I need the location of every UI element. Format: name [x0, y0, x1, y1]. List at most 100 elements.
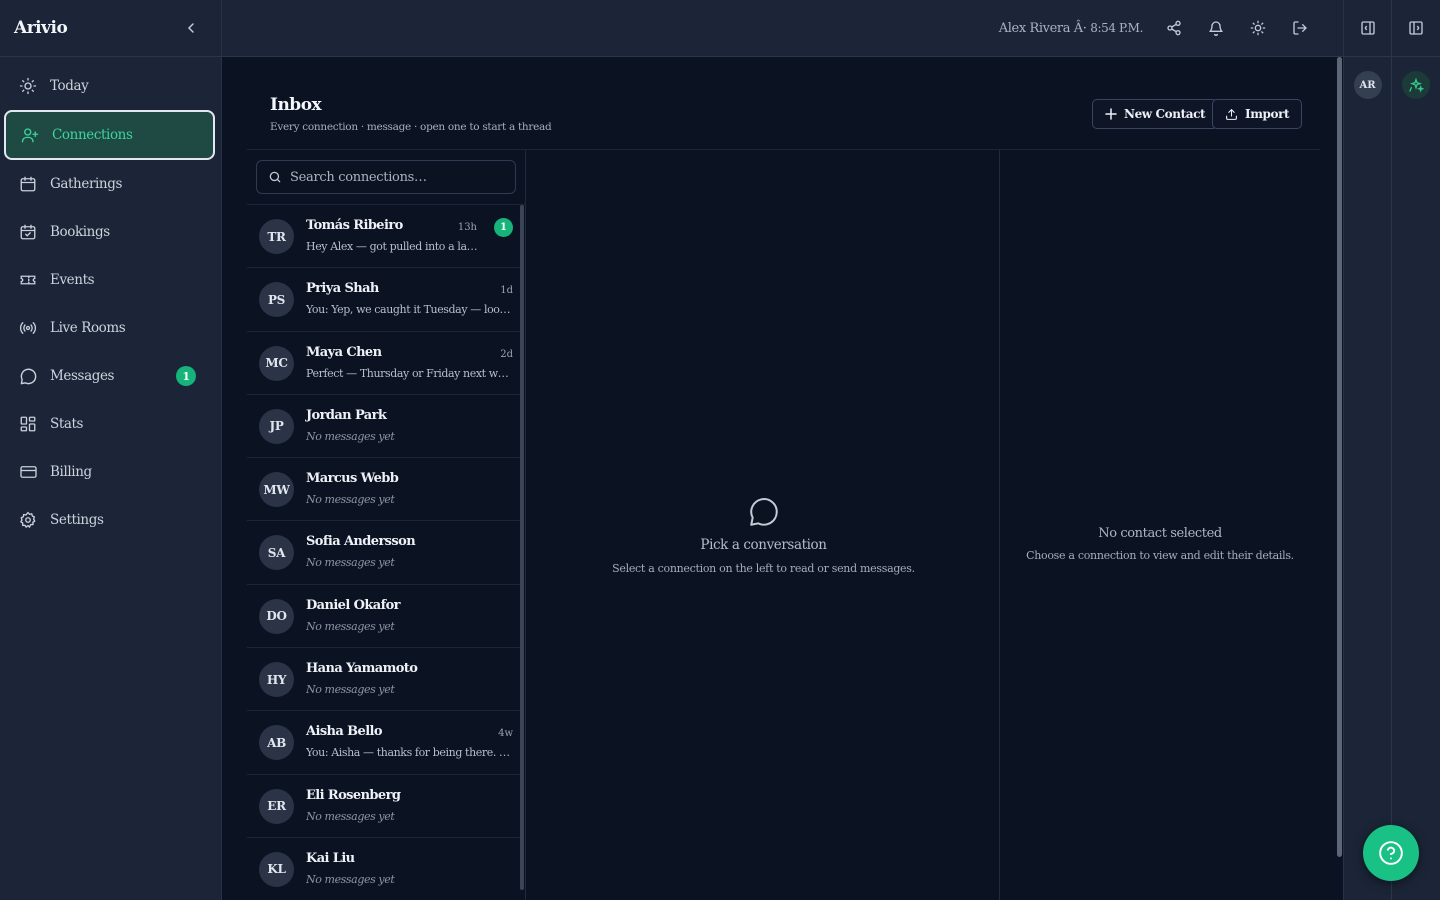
details-empty-title: No contact selected — [1098, 526, 1222, 541]
contact-preview: Perfect — Thursday or Friday next wee… — [306, 366, 514, 380]
user-name: Alex Rivera — [998, 20, 1071, 36]
message-circle-icon — [17, 365, 39, 387]
contact-preview: No messages yet — [306, 429, 395, 443]
sidebar-item-billing[interactable]: Billing — [4, 448, 217, 496]
contact-time: 2d — [500, 348, 513, 360]
avatar: JP — [259, 408, 294, 444]
contact-name: Sofia Andersson — [306, 534, 416, 550]
avatar: TR — [259, 219, 294, 254]
sidebar-item-label: Billing — [50, 464, 92, 480]
logout-button[interactable] — [1279, 7, 1321, 49]
sidebar-item-label: Today — [50, 78, 89, 94]
unread-badge: 1 — [176, 366, 196, 386]
user-avatar[interactable]: AR — [1353, 71, 1382, 99]
list-scrollbar[interactable] — [520, 205, 524, 890]
avatar: AB — [259, 725, 294, 761]
contact-name: Marcus Webb — [306, 471, 399, 487]
sidebar-item-live-rooms[interactable]: Live Rooms — [4, 304, 217, 352]
contact-name: Aisha Bello — [306, 724, 383, 740]
avatar: PS — [259, 282, 294, 318]
contact-list: TR Tomás Ribeiro 13h 1 Hey Alex — got pu… — [247, 205, 521, 900]
contact-details-panel: No contact selected Choose a connection … — [1000, 150, 1320, 900]
bell-icon — [1209, 21, 1223, 36]
contact-row[interactable]: AB Aisha Bello 4w You: Aisha — thanks fo… — [247, 711, 521, 775]
sparkles-icon — [1409, 77, 1424, 93]
contact-name: Tomás Ribeiro — [306, 218, 403, 233]
contact-row[interactable]: KL Kai Liu No messages yet — [247, 838, 521, 900]
avatar: MW — [259, 472, 294, 508]
contact-name: Eli Rosenberg — [306, 787, 401, 803]
main-scrollbar[interactable] — [1337, 57, 1342, 857]
new-contact-button[interactable]: New Contact — [1092, 99, 1219, 129]
contact-row[interactable]: SA Sofia Andersson No messages yet — [247, 521, 521, 585]
conversation-empty-state: Pick a conversation Select a connection … — [527, 495, 1000, 575]
panel-toggle-icon — [1360, 21, 1375, 35]
sidebar-item-today[interactable]: Today — [4, 62, 217, 110]
sidebar-item-messages[interactable]: Messages 1 — [4, 352, 217, 400]
avatar: ER — [259, 788, 294, 824]
notifications-button[interactable] — [1195, 7, 1237, 49]
sidebar-item-stats[interactable]: Stats — [4, 400, 217, 448]
sidebar-item-label: Events — [50, 272, 95, 288]
brand-logo[interactable]: Arivio — [14, 18, 68, 38]
broadcast-icon — [17, 317, 39, 339]
avatar: KL — [259, 851, 294, 887]
contact-preview: No messages yet — [306, 556, 395, 570]
contact-name: Daniel Okafor — [306, 597, 400, 613]
sidebar: Arivio Today Connections Gatherings Book… — [0, 0, 222, 900]
dashboard-grid-icon — [17, 413, 39, 435]
contact-name: Jordan Park — [306, 407, 387, 423]
participants-rail: AR — [1343, 0, 1391, 900]
avatar: MC — [259, 345, 294, 381]
contact-time: 4w — [498, 728, 513, 740]
contact-row[interactable]: HY Hana Yamamoto No messages yet — [247, 648, 521, 712]
import-label: Import — [1245, 107, 1290, 121]
top-bar: Alex Rivera Â· 8:54 P.M. — [222, 0, 1343, 57]
contact-row[interactable]: PS Priya Shah 1d You: Yep, we caught it … — [247, 268, 521, 332]
search-icon — [269, 171, 281, 183]
import-button[interactable]: Import — [1212, 99, 1303, 129]
sidebar-item-settings[interactable]: Settings — [4, 496, 217, 544]
contact-row[interactable]: ER Eli Rosenberg No messages yet — [247, 775, 521, 838]
avatar: DO — [259, 598, 294, 634]
share-icon — [1167, 20, 1181, 36]
ticket-icon — [17, 269, 39, 291]
sidebar-nav: Today Connections Gatherings Bookings Ev… — [0, 57, 221, 544]
chevron-left-icon — [187, 23, 194, 33]
contact-row[interactable]: MW Marcus Webb No messages yet — [247, 458, 521, 522]
contact-preview: You: Aisha — thanks for being there. Ta… — [306, 746, 514, 760]
contact-row[interactable]: TR Tomás Ribeiro 13h 1 Hey Alex — got pu… — [247, 205, 521, 269]
sidebar-item-label: Gatherings — [50, 176, 122, 192]
help-button[interactable] — [1363, 825, 1419, 881]
collapse-sidebar-button[interactable] — [181, 18, 201, 38]
contact-time: 1d — [500, 285, 513, 297]
contact-preview: No messages yet — [306, 872, 395, 886]
contact-row[interactable]: MC Maya Chen 2d Perfect — Thursday or Fr… — [247, 332, 521, 395]
contact-preview: Hey Alex — got pulled into a la… — [306, 240, 478, 253]
sun-icon — [17, 75, 39, 97]
toggle-left-panel-button[interactable] — [1344, 0, 1391, 57]
contact-row[interactable]: DO Daniel Okafor No messages yet — [247, 585, 521, 649]
sidebar-item-connections[interactable]: Connections — [4, 110, 215, 160]
share-button[interactable] — [1153, 7, 1195, 49]
contact-list-panel: TR Tomás Ribeiro 13h 1 Hey Alex — got pu… — [247, 150, 526, 900]
new-contact-label: New Contact — [1124, 107, 1206, 121]
contact-row[interactable]: JP Jordan Park No messages yet — [247, 395, 521, 459]
sidebar-item-events[interactable]: Events — [4, 256, 217, 304]
sidebar-item-label: Stats — [50, 416, 84, 432]
user-plus-icon — [19, 124, 41, 146]
clock-time: 8:54 P.M. — [1090, 20, 1143, 35]
calendar-check-icon — [17, 221, 39, 243]
sidebar-item-bookings[interactable]: Bookings — [4, 208, 217, 256]
ai-assistant-button[interactable] — [1402, 71, 1430, 99]
details-empty-state: No contact selected Choose a connection … — [1000, 526, 1320, 562]
sidebar-item-label: Settings — [50, 512, 104, 528]
page-title: Inbox — [270, 95, 322, 115]
conversation-empty-subtitle: Select a connection on the left to read … — [612, 562, 915, 575]
toggle-right-panel-button[interactable] — [1392, 0, 1440, 57]
brand-row: Arivio — [0, 0, 221, 57]
contact-name: Priya Shah — [306, 281, 379, 297]
theme-toggle-button[interactable] — [1237, 7, 1279, 49]
sidebar-item-gatherings[interactable]: Gatherings — [4, 160, 217, 208]
search-input[interactable] — [290, 169, 505, 185]
